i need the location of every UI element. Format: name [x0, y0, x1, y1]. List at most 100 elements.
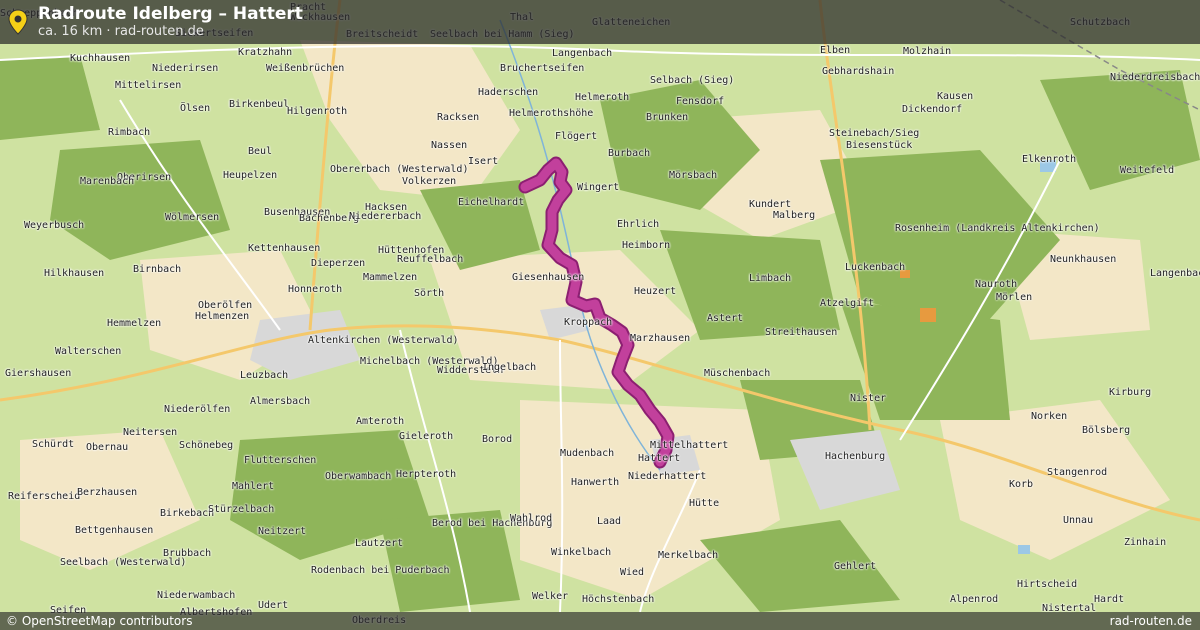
place-label: Nauroth: [975, 279, 1018, 290]
place-label: Unnau: [1063, 515, 1094, 526]
place-label: Kroppach: [564, 317, 613, 328]
place-label: Limbach: [749, 273, 792, 284]
place-label: Almersbach: [250, 396, 311, 407]
place-label: Niederdreisbach: [1110, 72, 1200, 83]
place-label: Stangenrod: [1047, 467, 1108, 478]
place-label: Ölsen: [180, 103, 211, 114]
place-label: Honneroth: [288, 284, 343, 295]
route-subtitle: ca. 16 km · rad-routen.de: [38, 24, 204, 39]
place-label: Rodenbach bei Puderbach: [311, 565, 450, 576]
place-label: Rosenheim (Landkreis Altenkirchen): [895, 223, 1100, 234]
place-label: Weißenbrüchen: [266, 63, 345, 74]
place-label: Mittelhattert: [650, 440, 729, 451]
place-label: Streithausen: [765, 327, 838, 338]
place-label: Niederirsen: [152, 63, 219, 74]
place-label: Alpenrod: [950, 594, 999, 605]
place-label: Bettgenhausen: [75, 525, 154, 536]
place-label: Atzelgift: [820, 298, 875, 309]
place-label: Sörth: [414, 288, 445, 299]
place-label: Müschenbach: [704, 368, 771, 379]
place-label: Winkelbach: [551, 547, 612, 558]
place-label: Gehlert: [834, 561, 877, 572]
place-label: Höchstenbach: [582, 594, 655, 605]
place-label: Brunken: [646, 112, 689, 123]
place-label: Heimborn: [622, 240, 671, 251]
place-label: Helmeroth: [575, 92, 630, 103]
place-label: Korb: [1009, 479, 1034, 490]
place-label: Racksen: [437, 112, 480, 123]
place-label: Reiferscheid: [8, 491, 81, 502]
map-pin-icon: [8, 9, 28, 35]
place-label: Mörlen: [996, 292, 1033, 303]
place-label: Hilkhausen: [44, 268, 105, 279]
place-label: Steinebach/Sieg: [829, 128, 920, 139]
place-label: Leuzbach: [240, 370, 289, 381]
place-label: Mammelzen: [363, 272, 418, 283]
place-label: Hilgenroth: [287, 106, 348, 117]
place-label: Langenbach: [552, 48, 613, 59]
place-label: Hirtscheid: [1017, 579, 1078, 590]
place-label: Laad: [597, 516, 622, 527]
place-label: Langenbach: [1150, 268, 1200, 279]
place-label: Biesenstück: [846, 140, 913, 151]
place-label: Luckenbach: [845, 262, 906, 273]
place-label: Fensdorf: [676, 96, 725, 107]
place-label: Merkelbach: [658, 550, 719, 561]
place-label: Mudenbach: [560, 448, 615, 459]
place-label: Hachenburg: [825, 451, 886, 462]
place-label: Dickendorf: [902, 104, 963, 115]
place-label: Kuchhausen: [70, 53, 131, 64]
place-label: Zinhain: [1124, 537, 1167, 548]
place-label: Walterschen: [55, 346, 122, 357]
place-label: Kundert: [749, 199, 792, 210]
place-label: Heupelzen: [223, 170, 278, 181]
place-label: Nassen: [431, 140, 468, 151]
place-label: Neitzert: [258, 526, 307, 537]
place-label: Flutterschen: [244, 455, 317, 466]
place-label: Beul: [248, 146, 273, 157]
place-label: Birkebach: [160, 508, 215, 519]
place-label: Birnbach: [133, 264, 182, 275]
place-label: Obererbach (Westerwald): [330, 164, 469, 175]
place-label: Udert: [258, 600, 289, 611]
place-label: Hardt: [1094, 594, 1125, 605]
place-label: Elkenroth: [1022, 154, 1077, 165]
place-label: Niederwambach: [157, 590, 236, 601]
place-label: Haderschen: [478, 87, 539, 98]
place-label: Schürdt: [32, 439, 75, 450]
place-label: Astert: [707, 313, 744, 324]
place-label: Niederhattert: [628, 471, 707, 482]
place-label: Mörsbach: [669, 170, 718, 181]
place-label: Giesenhausen: [512, 272, 585, 283]
place-label: Norken: [1031, 411, 1068, 422]
place-label: Wingert: [577, 182, 620, 193]
place-label: Helmerothshöhe: [509, 108, 594, 119]
osm-attribution[interactable]: © OpenStreetMap contributors: [6, 614, 192, 628]
place-label: Niederölfen: [164, 404, 231, 415]
place-label: Malberg: [773, 210, 816, 221]
place-label: Niedererbach: [349, 211, 422, 222]
place-label: Lautzert: [355, 538, 404, 549]
brand-link[interactable]: rad-routen.de: [1110, 614, 1192, 628]
place-label: Berzhausen: [77, 487, 138, 498]
footer-bar: © OpenStreetMap contributors rad-routen.…: [0, 612, 1200, 630]
place-label: Ehrlich: [617, 219, 660, 230]
place-label: Neitersen: [123, 427, 178, 438]
place-label: Gebhardshain: [822, 66, 895, 77]
place-label: Amteroth: [356, 416, 405, 427]
place-label: Kausen: [937, 91, 974, 102]
place-label: Elben: [820, 45, 851, 56]
place-label: Seelbach (Westerwald): [60, 557, 187, 568]
place-label: Heuzert: [634, 286, 677, 297]
place-label: Herpteroth: [396, 469, 457, 480]
place-label: Reuffelbach: [397, 254, 464, 265]
place-label: Hemmelzen: [107, 318, 162, 329]
header-bar: Radroute Idelberg – Hattert ca. 16 km · …: [0, 0, 1200, 44]
place-label: Dieperzen: [311, 258, 366, 269]
place-label: Helmenzen: [195, 311, 250, 322]
place-label: Birkenbeul: [229, 99, 290, 110]
place-label: Volkerzen: [402, 176, 457, 187]
place-label: Wied: [620, 567, 645, 578]
place-label: Burbach: [608, 148, 651, 159]
place-label: Marenbach: [80, 176, 135, 187]
